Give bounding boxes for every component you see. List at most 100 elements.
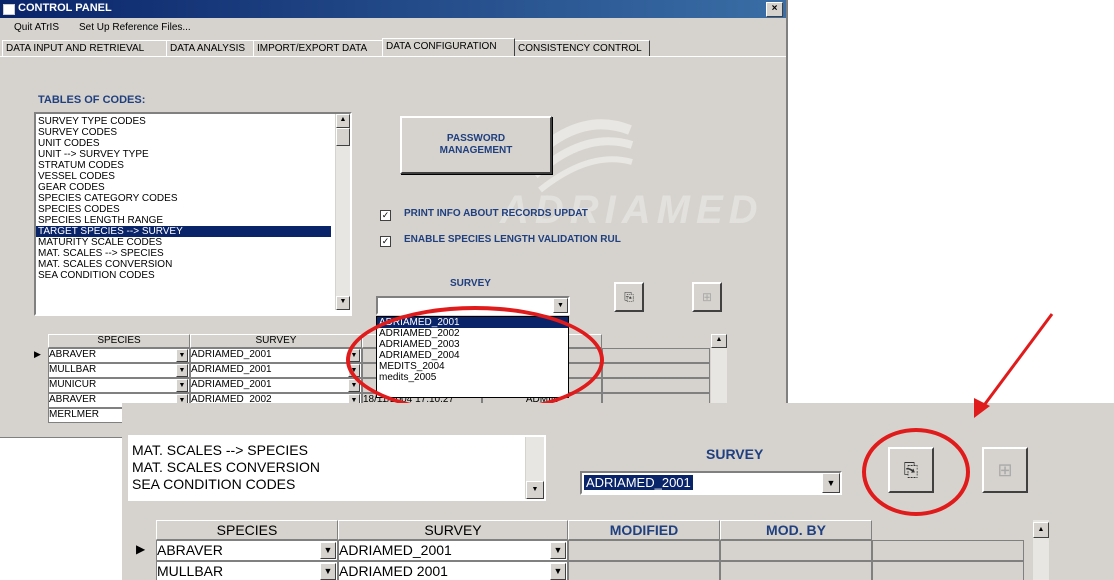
zoom-cell-survey[interactable]: ADRIAMED_2001 (338, 540, 568, 561)
row-selector[interactable]: ▶ (34, 348, 46, 361)
password-management-button[interactable]: PASSWORD MANAGEMENT (400, 116, 552, 174)
list-item[interactable]: SPECIES LENGTH RANGE (36, 215, 331, 226)
zoom-survey-combo[interactable]: ADRIAMED_2001 ▼ (580, 471, 842, 495)
tab-data-input[interactable]: DATA INPUT AND RETRIEVAL (2, 40, 167, 57)
chevron-down-icon[interactable]: ▼ (553, 298, 568, 313)
menu-bar: Quit ATrIS Set Up Reference Files... (0, 19, 786, 37)
zoom-cell-empty[interactable] (872, 561, 1024, 580)
tab-divider (0, 56, 786, 57)
tab-data-configuration[interactable]: DATA CONFIGURATION (382, 38, 515, 56)
zoom-survey-value: ADRIAMED_2001 (584, 475, 693, 490)
list-item[interactable]: SURVEY TYPE CODES (36, 116, 331, 127)
zoom-cell-species[interactable]: ABRAVER (156, 540, 338, 561)
zoom-cell-modified[interactable] (568, 561, 720, 580)
password-button-label: PASSWORD MANAGEMENT (439, 133, 513, 156)
window-title: CONTROL PANEL (18, 2, 112, 14)
menu-setup-reference[interactable]: Set Up Reference Files... (79, 22, 191, 33)
arrow-line (980, 313, 1054, 409)
print-info-checkbox[interactable]: ✓ (380, 210, 391, 221)
chevron-down-icon[interactable]: ▼ (550, 563, 566, 580)
chevron-down-icon[interactable]: ▼ (550, 542, 566, 559)
scroll-up-icon[interactable]: ▲ (1033, 522, 1049, 538)
list-item[interactable]: SPECIES CATEGORY CODES (36, 193, 331, 204)
chevron-down-icon[interactable]: ▼ (822, 473, 840, 493)
list-item[interactable]: SEA CONDITION CODES (36, 270, 331, 281)
grid-cell-empty[interactable] (602, 378, 710, 393)
zoom-list-item[interactable]: MAT. SCALES CONVERSION (132, 459, 320, 475)
zoomed-detail-panel: MAT. SCALES --> SPECIES MAT. SCALES CONV… (122, 403, 1114, 580)
tab-consistency-control[interactable]: CONSISTENCY CONTROL (514, 40, 650, 57)
zoom-header-species: SPECIES (156, 520, 338, 540)
chevron-down-icon[interactable]: ▼ (320, 563, 336, 580)
list-item[interactable]: STRATUM CODES (36, 160, 331, 171)
grid-cell-survey[interactable]: ADRIAMED_2001 (190, 348, 362, 363)
grid-header-species: SPECIES (48, 334, 190, 348)
row-selector[interactable]: ▶ (136, 540, 154, 559)
list-item[interactable]: SPECIES CODES (36, 204, 331, 215)
scroll-up-icon[interactable]: ▲ (711, 334, 727, 348)
annotation-ellipse-dropdown (346, 306, 604, 414)
grid-cell-empty[interactable] (602, 348, 710, 363)
scroll-down-icon[interactable]: ▼ (526, 481, 544, 499)
title-bar[interactable]: CONTROL PANEL × (0, 0, 786, 18)
zoom-add-record-button[interactable]: ⊞ (982, 447, 1028, 493)
survey-label: SURVEY (450, 278, 491, 289)
tables-listbox[interactable]: SURVEY TYPE CODES SURVEY CODES UNIT CODE… (34, 112, 352, 316)
close-button[interactable]: × (766, 2, 783, 17)
list-item[interactable]: GEAR CODES (36, 182, 331, 193)
tables-list: SURVEY TYPE CODES SURVEY CODES UNIT CODE… (36, 116, 331, 281)
grid-cell-species[interactable]: MUNICUR (48, 378, 190, 393)
grid-cell-empty[interactable] (602, 363, 710, 378)
chevron-down-icon[interactable]: ▼ (320, 542, 336, 559)
print-info-label: PRINT INFO ABOUT RECORDS UPDAT (404, 208, 588, 219)
list-item[interactable]: VESSEL CODES (36, 171, 331, 182)
list-item-selected[interactable]: TARGET SPECIES --> SURVEY (36, 226, 331, 237)
zoom-list-item[interactable]: MAT. SCALES --> SPECIES (132, 442, 308, 458)
row-selector[interactable] (136, 561, 154, 580)
grid-header-survey: SURVEY (190, 334, 362, 348)
list-item[interactable]: MAT. SCALES --> SPECIES (36, 248, 331, 259)
add-record-icon: ⊞ (701, 290, 713, 304)
zoom-cell-modified[interactable] (568, 540, 720, 561)
tab-data-analysis[interactable]: DATA ANALYSIS (166, 40, 254, 57)
scroll-down-icon[interactable]: ▼ (336, 296, 350, 310)
zoom-cell-mod-by[interactable] (720, 540, 872, 561)
copy-button[interactable]: ⎘ (614, 282, 644, 312)
row-selector[interactable] (34, 408, 46, 421)
tables-scrollbar[interactable]: ▲ ▼ (335, 114, 350, 310)
row-selector[interactable] (34, 363, 46, 376)
list-item[interactable]: UNIT --> SURVEY TYPE (36, 149, 331, 160)
row-selector[interactable] (34, 378, 46, 391)
list-item[interactable]: UNIT CODES (36, 138, 331, 149)
list-item[interactable]: MAT. SCALES CONVERSION (36, 259, 331, 270)
zoom-grid-scrollbar[interactable]: ▲ (1032, 520, 1049, 580)
add-record-button[interactable]: ⊞ (692, 282, 722, 312)
scroll-up-icon[interactable]: ▲ (336, 114, 350, 128)
list-item[interactable]: SURVEY CODES (36, 127, 331, 138)
menu-quit[interactable]: Quit ATrIS (14, 22, 59, 33)
zoom-cell-survey[interactable]: ADRIAMED 2001 (338, 561, 568, 580)
zoom-cell-species[interactable]: MULLBAR (156, 561, 338, 580)
tab-import-export[interactable]: IMPORT/EXPORT DATA (253, 40, 383, 57)
annotation-arrow (974, 313, 1054, 418)
grid-cell-species[interactable]: ABRAVER (48, 348, 190, 363)
zoom-tables-scrollbar[interactable]: ▼ (525, 437, 544, 499)
validation-checkbox[interactable]: ✓ (380, 236, 391, 247)
zoom-survey-label: SURVEY (706, 446, 764, 462)
grid-cell-species[interactable]: MULLBAR (48, 363, 190, 378)
control-panel-window: CONTROL PANEL × Quit ATrIS Set Up Refere… (0, 0, 788, 438)
grid-cell-survey[interactable]: ADRIAMED_2001 (190, 378, 362, 393)
zoom-tables-listbox[interactable]: MAT. SCALES --> SPECIES MAT. SCALES CONV… (128, 435, 546, 501)
window-icon (3, 4, 15, 15)
list-item[interactable]: MATURITY SCALE CODES (36, 237, 331, 248)
grid-cell-survey[interactable]: ADRIAMED_2001 (190, 363, 362, 378)
chevron-down-icon[interactable]: ▼ (176, 379, 188, 392)
zoom-cell-empty[interactable] (872, 540, 1024, 561)
chevron-down-icon[interactable]: ▼ (176, 364, 188, 377)
chevron-down-icon[interactable]: ▼ (176, 349, 188, 362)
zoom-list-item[interactable]: SEA CONDITION CODES (132, 476, 295, 492)
zoom-cell-mod-by[interactable] (720, 561, 872, 580)
scroll-thumb[interactable] (336, 128, 350, 146)
copy-icon: ⎘ (624, 290, 634, 304)
row-selector[interactable] (34, 393, 46, 406)
